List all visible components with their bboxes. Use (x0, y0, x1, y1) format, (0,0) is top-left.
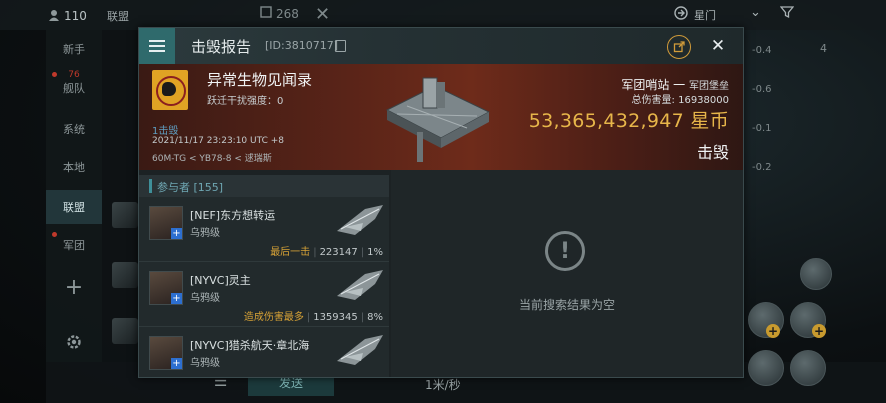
plus-icon: + (766, 324, 780, 338)
participant-name: [NEF]东方想转运 (190, 209, 276, 222)
chevron-down-icon[interactable]: ⌄ (750, 5, 761, 20)
nav-item-fleet[interactable]: 76 舰队 (46, 66, 102, 100)
copy-icon[interactable] (335, 40, 346, 52)
participants-title: 参与者 [155] (157, 181, 224, 194)
nav-label: 联盟 (63, 201, 85, 214)
participant-percent: 1% (367, 247, 383, 258)
victim-banner: 异常生物见闻录 跃迁干扰强度：0 1击毁 2021/11/17 23:23:10… (139, 64, 743, 170)
unread-dot (52, 232, 57, 237)
close-button[interactable]: ✕ (707, 35, 729, 57)
module-button[interactable] (748, 350, 784, 386)
filter-icon[interactable] (779, 5, 795, 23)
isk-amount: 53,365,432,947 (528, 110, 685, 132)
chat-column (102, 30, 138, 362)
kill-location: 60M-TG < YB78-8 < 逑瑞斯 (152, 154, 272, 164)
total-damage: 总伤害量: 16938000 (631, 95, 729, 106)
participant-ship: 乌鸦级 (190, 358, 220, 369)
member-count[interactable]: 110 (48, 6, 96, 26)
member-count-value: 110 (64, 9, 87, 23)
share-icon (673, 38, 685, 57)
nav-item-system[interactable]: 系统 (46, 112, 102, 146)
participant-name: [NYVC]灵主 (190, 274, 251, 287)
close-icon[interactable]: ✕ (315, 4, 330, 25)
chat-avatar[interactable] (112, 318, 138, 344)
module-button[interactable] (790, 350, 826, 386)
participant-name: [NYVC]猎杀航天·章北海 (190, 339, 310, 352)
participants-header: 参与者 [155] (139, 175, 389, 197)
nav-label: 舰队 (63, 82, 85, 95)
participant-percent: 8% (367, 312, 383, 323)
kill-date: 2021/11/17 23:23:10 UTC +8 (152, 136, 284, 146)
stargate-label: 星门 (694, 8, 716, 22)
participant-tag: 最后一击 (270, 247, 311, 258)
empty-result-text: 当前搜索结果为空 (518, 298, 615, 312)
participant-damage: 1359345 (313, 312, 358, 323)
participant-row[interactable]: + [NYVC]猎杀航天·章北海 乌鸦级 (139, 327, 389, 377)
add-channel-button[interactable]: + (46, 270, 102, 304)
left-nav: 新手 76 舰队 系统 本地 联盟 军团 + (46, 30, 102, 362)
stargate-button[interactable]: 星门 (674, 6, 716, 23)
plus-icon[interactable]: + (171, 358, 182, 369)
nav-item-alliance[interactable]: 联盟 (46, 190, 102, 224)
detail-panel: ! 当前搜索结果为空 (391, 170, 743, 377)
participant-tag: 造成伤害最多 (243, 312, 304, 323)
participant-stats: 造成伤害最多 | 1359345 | 8% (243, 312, 383, 323)
swap-button[interactable] (800, 258, 832, 290)
gear-icon (65, 333, 83, 354)
unread-dot (52, 72, 57, 77)
security-value: -0.2 (752, 162, 772, 173)
message-count: 268 (260, 6, 299, 21)
person-icon (48, 9, 60, 24)
hamburger-icon (149, 40, 165, 52)
nav-item-newbie[interactable]: 新手 (46, 32, 102, 66)
structure-image (377, 72, 497, 164)
nav-item-corp[interactable]: 军团 (46, 228, 102, 262)
corp-logo[interactable] (152, 70, 188, 110)
participant-ship: 乌鸦级 (190, 228, 220, 239)
participant-row[interactable]: + [NYVC]灵主 乌鸦级 造成伤害最多 | 1359345 | 8% (139, 262, 389, 327)
settings-button[interactable] (46, 326, 102, 360)
ship-image (335, 266, 385, 306)
type-label: 军团哨站 一 (621, 78, 686, 92)
nav-label: 本地 (63, 161, 85, 174)
window-icon (260, 6, 272, 21)
plus-icon[interactable]: + (171, 228, 182, 239)
nav-label: 新手 (63, 43, 85, 56)
participant-damage: 223147 (319, 247, 358, 258)
kill-report-dialog: 击毁报告 [ID:3810717] ✕ 异常生物见闻录 跃迁干扰强度：0 1击毁… (138, 27, 744, 378)
security-value: -0.6 (752, 84, 772, 95)
warp-jam-strength: 跃迁干扰强度：0 (207, 96, 284, 107)
nav-label: 军团 (63, 239, 85, 252)
nav-item-local[interactable]: 本地 (46, 150, 102, 184)
speed-readout: 1米/秒 (425, 378, 461, 392)
message-count-value: 268 (276, 6, 299, 21)
report-id: [ID:3810717] (265, 39, 338, 52)
plus-icon: + (812, 324, 826, 338)
isk-value: 53,365,432,947 星币 (529, 106, 729, 133)
security-value: -0.4 (752, 45, 772, 56)
chat-avatar[interactable] (112, 202, 138, 228)
channel-label: 联盟 (107, 10, 129, 23)
isk-unit: 星币 (690, 110, 729, 132)
kill-count: 1击毁 (152, 126, 179, 137)
ship-image (335, 331, 385, 371)
fleet-badge: 76 (68, 70, 80, 80)
participant-stats: 最后一击 | 223147 | 1% (270, 247, 383, 258)
exclamation-icon: ! (545, 231, 585, 271)
security-value: -0.1 (752, 123, 772, 134)
dialog-title: 击毁报告 (191, 38, 252, 56)
stargate-icon (674, 6, 688, 23)
menu-button[interactable] (139, 28, 175, 64)
share-button[interactable] (667, 35, 691, 59)
participant-row[interactable]: + [NEF]东方想转运 乌鸦级 最后一击 | 223147 | 1% (139, 197, 389, 262)
plus-icon[interactable]: + (171, 293, 182, 304)
close-icon: ✕ (710, 36, 726, 56)
ship-image (335, 201, 385, 241)
kill-status: 击毁 (696, 143, 729, 162)
victim-name: 异常生物见闻录 (207, 71, 313, 89)
drone-count: 4 (820, 42, 827, 55)
chat-avatar[interactable] (112, 262, 138, 288)
participant-ship: 乌鸦级 (190, 293, 220, 304)
nav-label: 系统 (63, 123, 85, 136)
